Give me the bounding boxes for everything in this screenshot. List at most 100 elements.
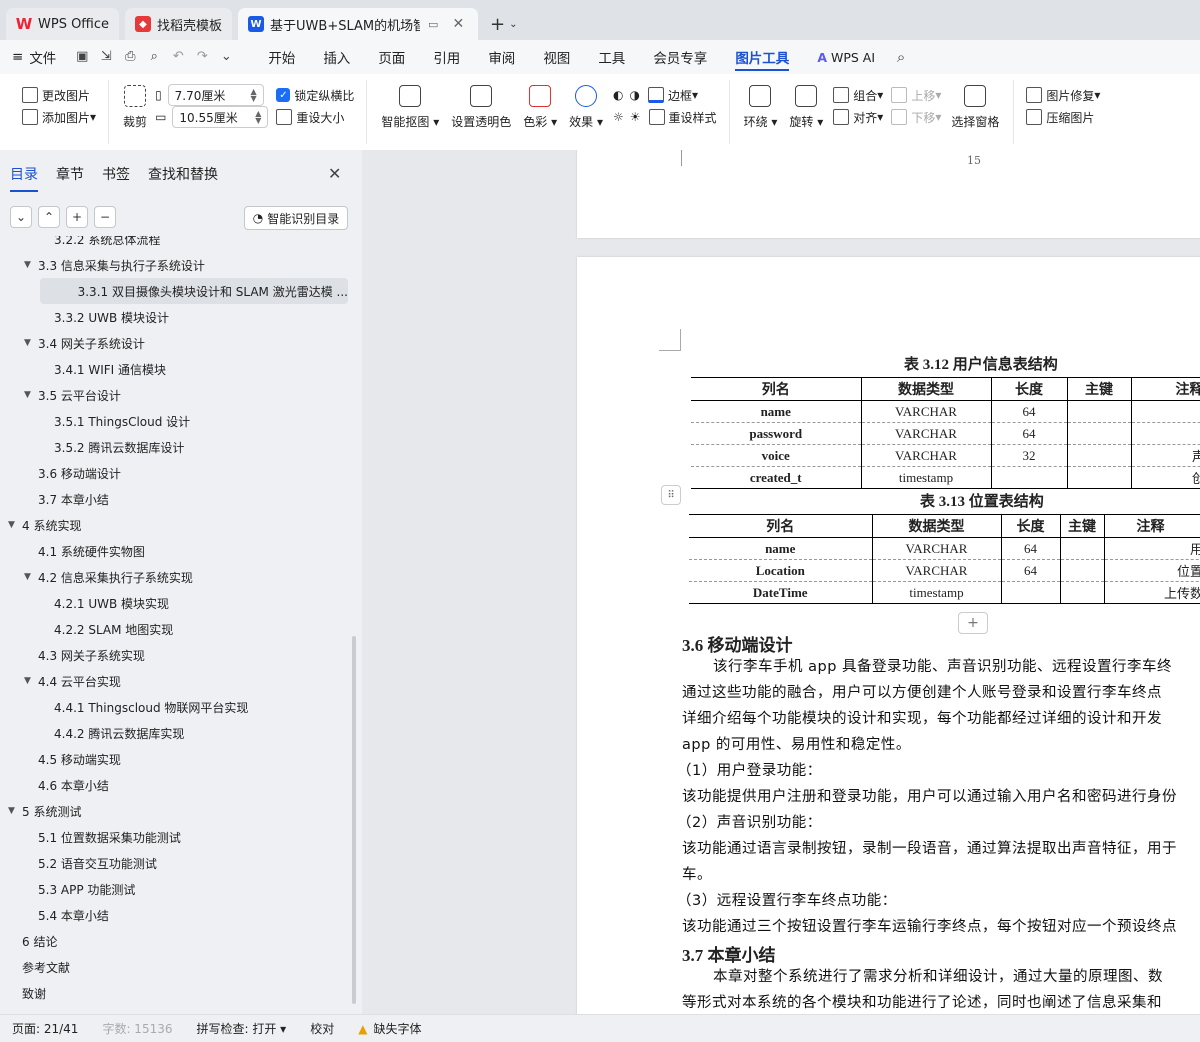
nav-tab-bookmarks[interactable]: 书签 [102, 164, 130, 192]
add-icon[interactable]: + [66, 206, 88, 228]
align-button[interactable]: 对齐 ▾ [833, 106, 883, 128]
menu-picture-tools[interactable]: 图片工具 [721, 40, 803, 74]
menu-reference[interactable]: 引用 [419, 40, 474, 74]
tab-document[interactable]: W 基于UWB+SLAM的机场智能行 ▭ ✕ [238, 8, 479, 40]
nav-tab-sections[interactable]: 章节 [56, 164, 84, 192]
close-icon[interactable]: ✕ [452, 16, 464, 32]
chevron-down-icon[interactable]: ▼ [24, 676, 38, 686]
spinner-icon[interactable]: ▲ ▼ [251, 88, 257, 103]
move-down-button[interactable]: 下移 ▾ [891, 106, 941, 128]
user-table[interactable]: 列名 数据类型 长度 主键 注释 nameVARCHAR64用户password… [691, 377, 1200, 489]
wrap-button[interactable]: 环绕 ▾ [738, 80, 784, 132]
add-image-button[interactable]: 添加图片 ▾ [22, 106, 96, 128]
reset-size-button[interactable]: 重设大小 [276, 106, 354, 128]
chevron-down-icon[interactable]: ▼ [24, 572, 38, 582]
search-icon[interactable]: ⌕ [893, 49, 909, 65]
toc-item[interactable]: 3.3.1 双目摄像头模块设计和 SLAM 激光雷达模 ... [40, 278, 348, 304]
word-count[interactable]: 字数: 15136 [102, 1020, 172, 1037]
remove-icon[interactable]: − [94, 206, 116, 228]
toc-item[interactable]: 3.5.1 ThingsCloud 设计 [0, 408, 352, 434]
menu-insert[interactable]: 插入 [309, 40, 364, 74]
expand-up-icon[interactable]: ⌃ [38, 206, 60, 228]
spell-check-toggle[interactable]: 拼写检查: 打开 ▾ [197, 1020, 287, 1037]
location-table[interactable]: 列名 数据类型 长度 主键 注释 nameVARCHAR64用户名Locatio… [689, 514, 1200, 604]
toc-item[interactable]: 5.4 本章小结 [0, 902, 352, 928]
toc-item[interactable]: 4.4.1 Thingscloud 物联网平台实现 [0, 694, 352, 720]
toc-item[interactable]: 3.5.2 腾讯云数据库设计 [0, 434, 352, 460]
menu-tools[interactable]: 工具 [584, 40, 639, 74]
toc-item[interactable]: 3.6 移动端设计 [0, 460, 352, 486]
color-button[interactable]: 色彩 ▾ [517, 80, 563, 132]
chevron-down-icon[interactable]: ▼ [24, 338, 38, 348]
border-button[interactable]: 边框 [668, 87, 692, 104]
toc-item[interactable]: 4.3 网关子系统实现 [0, 642, 352, 668]
new-tab-button[interactable]: + ⌄ [484, 8, 523, 40]
image-repair-button[interactable]: 图片修复 ▾ [1026, 84, 1100, 106]
toc-item[interactable]: ▼ 5 系统测试 [0, 798, 352, 824]
width-input[interactable]: 7.70厘米 ▲ ▼ [167, 84, 264, 106]
toc-item[interactable]: ▼ 3.4 网关子系统设计 [0, 330, 352, 356]
smart-toc-button[interactable]: ◔ 智能识别目录 [244, 206, 348, 230]
compress-image-button[interactable]: 压缩图片 [1026, 106, 1100, 128]
group-button[interactable]: 组合 ▾ [833, 84, 883, 106]
save-icon[interactable]: ▣ [74, 49, 90, 65]
missing-font-button[interactable]: ▲ 缺失字体 [358, 1020, 421, 1037]
menu-wps-ai[interactable]: A WPS AI [803, 40, 889, 74]
change-image-button[interactable]: 更改图片 [22, 84, 96, 106]
toc-item[interactable]: 4.1 系统硬件实物图 [0, 538, 352, 564]
chevron-down-icon[interactable]: ⌄ [218, 49, 234, 65]
nav-tab-toc[interactable]: 目录 [10, 164, 38, 192]
menu-home[interactable]: 开始 [254, 40, 309, 74]
print-preview-icon[interactable]: ⌕ [146, 49, 162, 65]
smart-cutout-button[interactable]: 智能抠图 ▾ [375, 80, 445, 132]
toc-item[interactable]: ▼ 4.4 云平台实现 [0, 668, 352, 694]
selection-pane-button[interactable]: 选择窗格 [945, 80, 1005, 132]
toc-item[interactable]: 参考文献 [0, 954, 352, 980]
contrast-up-icon[interactable]: ☼ [613, 110, 624, 124]
print-icon[interactable]: ⎙ [122, 49, 138, 65]
chevron-down-icon[interactable]: ▼ [8, 806, 22, 816]
toc-item[interactable]: 3.2.2 系统总体流程 [0, 236, 352, 252]
table-move-handle[interactable]: ⠿ [661, 485, 681, 505]
toc-item[interactable]: ▼ 4.2 信息采集执行子系统实现 [0, 564, 352, 590]
menu-view[interactable]: 视图 [529, 40, 584, 74]
menu-member[interactable]: 会员专享 [639, 40, 721, 74]
nav-tab-find-replace[interactable]: 查找和替换 [148, 164, 218, 192]
screen-icon[interactable]: ▭ [428, 18, 438, 31]
tab-docer[interactable]: ◆ 找稻壳模板 [125, 8, 233, 40]
toc-item[interactable]: 3.3.2 UWB 模块设计 [0, 304, 352, 330]
toc-item[interactable]: 致谢 [0, 980, 352, 1006]
toc-item[interactable]: 5.3 APP 功能测试 [0, 876, 352, 902]
proofread-button[interactable]: 校对 [310, 1020, 334, 1037]
rotate-button[interactable]: 旋转 ▾ [783, 80, 829, 132]
undo-icon[interactable]: ↶ [170, 49, 186, 65]
toc-item[interactable]: 5.2 语音交互功能测试 [0, 850, 352, 876]
reset-style-button[interactable]: 重设样式 [669, 109, 717, 126]
chevron-down-icon[interactable]: ▼ [8, 520, 22, 530]
height-input[interactable]: 10.55厘米 ▲ ▼ [172, 106, 269, 128]
brightness-down-icon[interactable]: ◑ [630, 88, 640, 102]
crop-button[interactable]: 裁剪 [117, 80, 153, 132]
effects-button[interactable]: 效果 ▾ [563, 80, 609, 132]
toc-item[interactable]: 6 结论 [0, 928, 352, 954]
toc-item[interactable]: ▼ 3.5 云平台设计 [0, 382, 352, 408]
page-indicator[interactable]: 页面: 21/41 [12, 1020, 78, 1037]
export-icon[interactable]: ⇲ [98, 49, 114, 65]
toc-item[interactable]: ▼ 3.3 信息采集与执行子系统设计 [0, 252, 352, 278]
menu-file[interactable]: ≡ 文件 [10, 40, 70, 74]
collapse-icon[interactable]: ⌄ [10, 206, 32, 228]
toc-item[interactable]: 4.6 本章小结 [0, 772, 352, 798]
add-row-button[interactable]: + [958, 612, 988, 634]
set-transparent-button[interactable]: 设置透明色 [445, 80, 517, 132]
toc-item[interactable]: 4.2.2 SLAM 地图实现 [0, 616, 352, 642]
close-icon[interactable]: ✕ [328, 164, 341, 183]
toc-item[interactable]: 4.4.2 腾讯云数据库实现 [0, 720, 352, 746]
menu-page[interactable]: 页面 [364, 40, 419, 74]
toc-item[interactable]: 5.1 位置数据采集功能测试 [0, 824, 352, 850]
tab-wps-office[interactable]: W WPS Office [6, 8, 120, 40]
lock-ratio-checkbox[interactable]: ✓ 锁定纵横比 [276, 84, 354, 106]
contrast-down-icon[interactable]: ☀ [630, 110, 641, 124]
chevron-down-icon[interactable]: ▼ [24, 260, 38, 270]
chevron-down-icon[interactable]: ⌄ [509, 19, 517, 30]
scrollbar[interactable] [352, 636, 356, 1004]
